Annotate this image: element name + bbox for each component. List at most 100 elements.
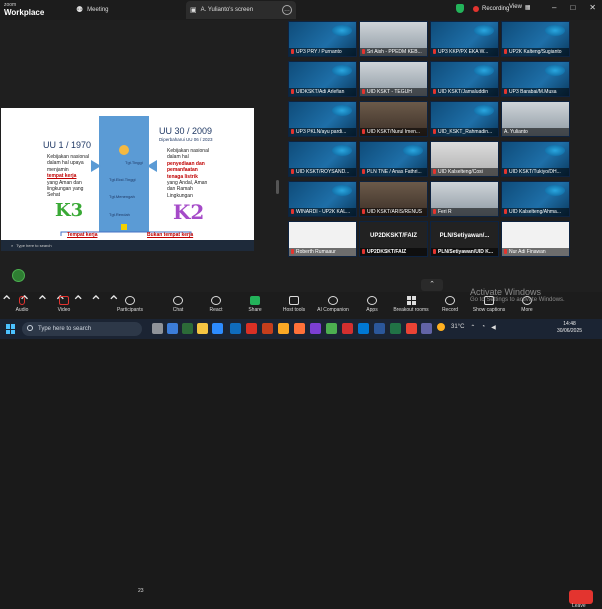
ai-companion-button[interactable]: AI Companion	[315, 296, 351, 313]
video-off-icon	[59, 296, 69, 305]
recording-label: Recording	[482, 5, 510, 12]
host-tools-button[interactable]: Host tools	[276, 296, 312, 313]
leave-button[interactable]	[569, 590, 593, 604]
participant-name-label: PLN/Setiyawan/UID K...	[431, 248, 498, 256]
zoom-icon[interactable]	[212, 323, 223, 334]
app-icon[interactable]	[310, 323, 321, 334]
participant-tile[interactable]: UID KSKT/Tukiyo/DH...	[501, 141, 570, 177]
participant-tile[interactable]: UID Kalselteng/Ahma...	[501, 181, 570, 217]
participant-tile[interactable]: UP3 PRY / Purnanto	[288, 21, 357, 57]
mic-muted-icon	[433, 209, 436, 214]
participant-tile[interactable]: UID KSKT/Jamaluddin	[430, 61, 499, 97]
participant-tile[interactable]: UP3 PKLN/ayu pardi...	[288, 101, 357, 137]
mic-muted-icon	[291, 249, 294, 254]
pdf-icon[interactable]	[342, 323, 353, 334]
brand-big: Workplace	[4, 8, 45, 17]
excel-icon[interactable]	[390, 323, 401, 334]
apps-label: Apps	[366, 307, 378, 313]
participant-tile[interactable]: WINARDI - UP2K KAL...	[288, 181, 357, 217]
app-icon[interactable]	[421, 323, 432, 334]
participant-tile[interactable]: UID KSKT/ROYSAND...	[288, 141, 357, 177]
mic-muted-icon	[362, 129, 365, 134]
task-view-icon[interactable]	[152, 323, 163, 334]
participant-tile[interactable]: Nur Adi Finawan	[501, 221, 570, 257]
app-icon[interactable]	[278, 323, 289, 334]
tab-shared-screen-label: A. Yulianto's screen	[200, 7, 254, 13]
firefox-icon[interactable]	[294, 323, 305, 334]
participant-tile[interactable]: UIDKSKT/Adi Arlefian	[288, 61, 357, 97]
window-controls: – □ ✕	[552, 3, 596, 12]
tab-shared-screen[interactable]: ▣ A. Yulianto's screen …	[186, 1, 296, 19]
search-icon	[27, 325, 33, 331]
word-icon[interactable]	[374, 323, 385, 334]
powerpoint-icon[interactable]	[262, 323, 273, 334]
chrome-icon[interactable]	[326, 323, 337, 334]
host-tools-label: Host tools	[282, 307, 306, 313]
shared-screen[interactable]: UU 1 / 1970 Kebijakan nasional dalam hal…	[1, 108, 254, 251]
page-indicator-icon[interactable]	[12, 269, 25, 282]
participant-tile[interactable]: Roberth Rumaaur	[288, 221, 357, 257]
share-caret-icon[interactable]: ⌃	[89, 294, 102, 311]
close-icon[interactable]: ✕	[589, 3, 596, 12]
participant-name: UID_KSKT_Rahmadin...	[438, 129, 493, 135]
react-button[interactable]: React	[198, 296, 234, 313]
chat-button[interactable]: Chat	[160, 296, 196, 313]
app-icon[interactable]	[406, 323, 417, 334]
participants-button[interactable]: Participants	[112, 296, 148, 313]
participant-tile[interactable]: Feri R	[430, 181, 499, 217]
network-icon[interactable]: ◔	[481, 324, 485, 330]
recording-indicator[interactable]: Recording	[456, 4, 509, 13]
outlook-icon[interactable]	[358, 323, 369, 334]
participant-name: A. Yulianto	[504, 129, 528, 135]
view-button[interactable]: View ▦	[509, 4, 531, 11]
collapse-gallery-button[interactable]: ⌃	[421, 279, 443, 291]
video-button[interactable]: Video	[46, 296, 82, 313]
participant-tile[interactable]: UID_KSKT_Rahmadin...	[430, 101, 499, 137]
participant-tile[interactable]: UID KSKT/ARIS/RENUS	[359, 181, 428, 217]
mic-muted-icon	[291, 209, 294, 214]
windows-start-icon[interactable]	[6, 324, 16, 334]
taskbar-search-input[interactable]: Type here to search	[22, 322, 142, 336]
mic-muted-icon	[291, 89, 294, 94]
participant-tile[interactable]: UP3 Barabai/M.Musa	[501, 61, 570, 97]
windows-taskbar: Type here to search 31°C ⌃ ◔ ◀ 14:48 30/…	[0, 319, 602, 339]
taskbar-clock[interactable]: 14:48 30/06/2025	[557, 321, 582, 335]
meeting-icon: ⚉	[76, 5, 84, 14]
audio-button[interactable]: Audio	[4, 296, 40, 313]
participant-tile[interactable]: UID Kalselteng/Cosi	[430, 141, 499, 177]
app-icon[interactable]	[246, 323, 257, 334]
participant-tile[interactable]: PLN/Setiyawan/... PLN/Setiyawan/UID K...	[430, 221, 499, 257]
app-icon[interactable]	[182, 323, 193, 334]
split-drag-handle[interactable]	[276, 180, 279, 194]
participant-name: PLN TNE / Anas Fathri...	[367, 169, 422, 175]
participant-tile[interactable]: UP2K Kalteng/Sugianto	[501, 21, 570, 57]
record-button[interactable]: Record	[432, 296, 468, 313]
share-button[interactable]: Share	[237, 296, 273, 313]
maximize-icon[interactable]: □	[570, 3, 575, 12]
participant-name-label: A. Yulianto	[502, 128, 569, 136]
volume-icon[interactable]: ◀	[491, 324, 496, 331]
participant-tile[interactable]: UP2DKSKT/FAIZ UP2DKSKT/FAIZ	[359, 221, 428, 257]
participant-tile[interactable]: UID KSKT/Nurul Imen...	[359, 101, 428, 137]
participant-tile[interactable]: Sri Aish - PPEDM KEB...	[359, 21, 428, 57]
breakout-rooms-button[interactable]: Breakout rooms	[393, 296, 429, 313]
folder-icon[interactable]	[197, 323, 208, 334]
label-tinggi: Tgt.Tinggi	[125, 160, 143, 165]
apps-button[interactable]: Apps	[354, 296, 390, 313]
more-options-icon[interactable]: …	[282, 5, 292, 15]
background-logo-icon	[332, 65, 352, 76]
mic-muted-icon	[291, 169, 294, 174]
participant-tile[interactable]: A. Yulianto	[501, 101, 570, 137]
participant-name-label: UIDKSKT/Adi Arlefian	[289, 88, 356, 96]
app-icon[interactable]	[167, 323, 178, 334]
participant-display-name: PLN/Setiyawan/...	[439, 233, 490, 239]
participant-tile[interactable]: UID KSKT - TEGUH	[359, 61, 428, 97]
tray-up-icon[interactable]: ⌃	[470, 324, 475, 331]
participant-name-label: UP3 PRY / Purnanto	[289, 48, 356, 56]
edge-icon[interactable]	[230, 323, 241, 334]
tab-meeting[interactable]: ⚉ Meeting	[76, 5, 109, 14]
zoom-logo: zoom Workplace	[4, 2, 45, 17]
participant-tile[interactable]: PLN TNE / Anas Fathri...	[359, 141, 428, 177]
minimize-icon[interactable]: –	[552, 3, 556, 12]
participant-tile[interactable]: UP3 KKP/PX EKA W...	[430, 21, 499, 57]
